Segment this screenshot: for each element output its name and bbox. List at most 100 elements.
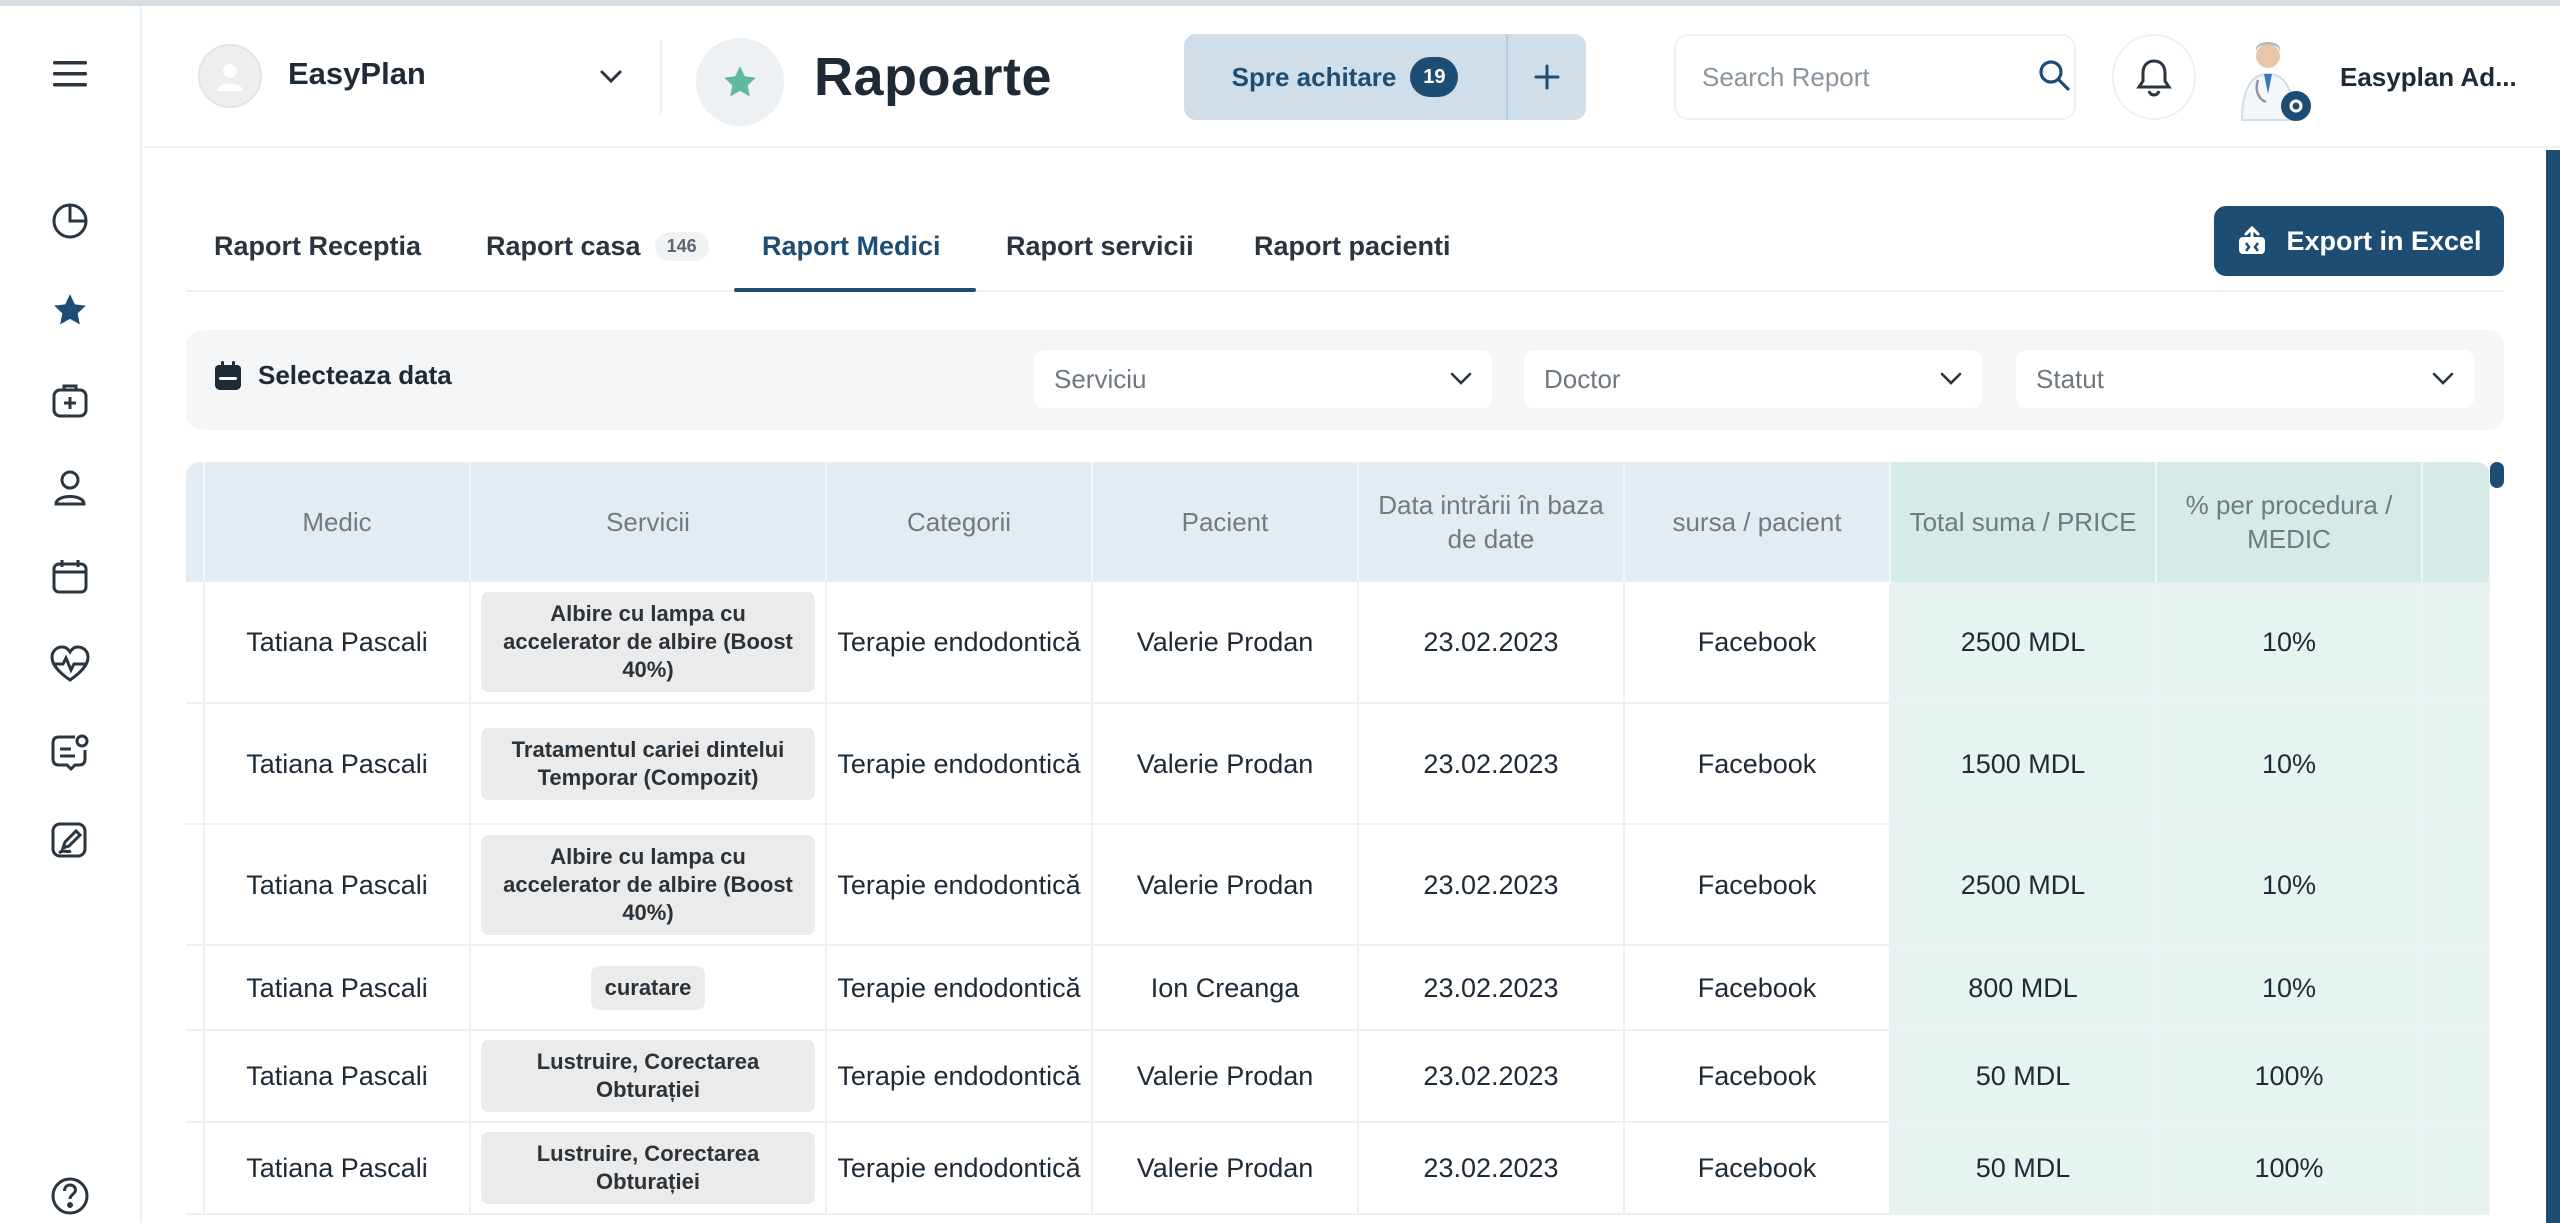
search-icon[interactable] (2037, 58, 2071, 97)
sidebar (0, 6, 142, 1223)
column-header-pacient[interactable]: Pacient (1092, 462, 1359, 582)
status-select-value: Statut (2036, 363, 2104, 394)
top-header: EasyPlan Rapoarte Spre achitare 19 Searc… (144, 6, 2560, 148)
right-edge-scrollbar[interactable] (2546, 150, 2560, 1223)
spre-achitare-count-badge: 19 (1410, 57, 1459, 97)
cell-patient: Valerie Prodan (1092, 703, 1359, 825)
date-picker-label: Selecteaza data (258, 360, 452, 390)
add-payment-button[interactable] (1506, 34, 1586, 120)
cell-patient: Valerie Prodan (1092, 1122, 1359, 1215)
edit-document-icon[interactable] (46, 816, 94, 864)
column-header-data[interactable]: Data intrării în baza de date (1358, 462, 1625, 582)
message-user-icon[interactable] (46, 728, 94, 776)
cell-overflow (2422, 824, 2490, 946)
column-header-overflow (2422, 462, 2490, 582)
cell-patient: Ion Creanga (1092, 945, 1359, 1031)
tab-raport-medici[interactable]: Raport Medici (762, 200, 941, 292)
cell-medic: Tatiana Pascali (204, 1122, 471, 1215)
pie-chart-icon[interactable] (46, 196, 94, 244)
table-row[interactable]: Tatiana Pascali Tratamentul cariei dinte… (186, 703, 2490, 825)
cell-medic: Tatiana Pascali (204, 945, 471, 1031)
cell-source: Facebook (1624, 703, 1891, 825)
date-picker[interactable]: Selecteaza data (214, 360, 452, 391)
column-header-sursa[interactable]: sursa / pacient (1624, 462, 1891, 582)
table-row[interactable]: Tatiana Pascali Lustruire, Corectarea Ob… (186, 1030, 2490, 1123)
star-icon[interactable] (46, 286, 94, 334)
cell-percent: 100% (2156, 1030, 2423, 1123)
search-input[interactable] (1702, 61, 2037, 93)
cell-total: 50 MDL (1890, 1030, 2157, 1123)
status-select[interactable]: Statut (2016, 350, 2474, 408)
cell-percent: 10% (2156, 582, 2423, 704)
table-row[interactable]: Tatiana Pascali Lustruire, Corectarea Ob… (186, 1122, 2490, 1215)
chevron-down-icon (2432, 372, 2454, 385)
tab-label: Raport pacienti (1254, 230, 1451, 261)
report-table-container: Medic Servicii Categorii Pacient Data in… (186, 462, 2490, 1223)
column-header-total[interactable]: Total suma / PRICE (1890, 462, 2157, 582)
header-divider (660, 40, 662, 114)
tab-raport-receptia[interactable]: Raport Receptia (214, 200, 421, 292)
user-avatar[interactable] (2228, 34, 2314, 126)
row-spacer (186, 1030, 205, 1123)
doctor-select-value: Doctor (1544, 363, 1621, 394)
table-row[interactable]: Tatiana Pascali curatare Terapie endodon… (186, 945, 2490, 1031)
column-header-servicii[interactable]: Servicii (470, 462, 827, 582)
clinic-chevron-down-icon[interactable] (596, 62, 626, 92)
cell-overflow (2422, 582, 2490, 704)
active-tab-indicator (734, 288, 976, 292)
help-icon[interactable] (46, 1172, 94, 1220)
tab-label: Raport casa (486, 230, 641, 261)
cell-date: 23.02.2023 (1358, 1030, 1625, 1123)
tab-raport-servicii[interactable]: Raport servicii (1006, 200, 1194, 292)
row-spacer (186, 1122, 205, 1215)
cell-percent: 100% (2156, 1122, 2423, 1215)
cell-patient: Valerie Prodan (1092, 582, 1359, 704)
page-star-icon (696, 38, 784, 126)
service-chip: Lustruire, Corectarea Obturației (481, 1040, 815, 1112)
chevron-down-icon (1940, 372, 1962, 385)
service-chip: Albire cu lampa cu accelerator de albire… (481, 834, 815, 935)
tab-raport-casa[interactable]: Raport casa 146 (486, 200, 709, 292)
column-header-categorii[interactable]: Categorii (826, 462, 1093, 582)
cell-service: Lustruire, Corectarea Obturației (470, 1122, 827, 1215)
cell-service: Albire cu lampa cu accelerator de albire… (470, 824, 827, 946)
table-row[interactable]: Tatiana Pascali Albire cu lampa cu accel… (186, 582, 2490, 704)
cell-total: 50 MDL (1890, 1122, 2157, 1215)
cell-total: 2500 MDL (1890, 582, 2157, 704)
bell-icon (2136, 59, 2172, 97)
notifications-button[interactable] (2112, 34, 2196, 120)
cell-percent: 10% (2156, 703, 2423, 825)
column-header-medic[interactable]: Medic (204, 462, 471, 582)
export-excel-button[interactable]: Export in Excel (2214, 206, 2504, 276)
plus-icon (1534, 64, 1560, 90)
cell-medic: Tatiana Pascali (204, 582, 471, 704)
cell-date: 23.02.2023 (1358, 945, 1625, 1031)
user-icon[interactable] (46, 464, 94, 512)
export-icon (2239, 225, 2266, 254)
column-header-percent[interactable]: % per procedura / MEDIC (2156, 462, 2423, 582)
cell-category: Terapie endodontică (826, 703, 1093, 825)
user-name[interactable]: Easyplan Ad... (2340, 62, 2517, 93)
report-table: Medic Servicii Categorii Pacient Data in… (186, 462, 2490, 1215)
table-row[interactable]: Tatiana Pascali Albire cu lampa cu accel… (186, 824, 2490, 946)
cell-category: Terapie endodontică (826, 824, 1093, 946)
clinic-name[interactable]: EasyPlan (288, 56, 426, 92)
cell-percent: 10% (2156, 945, 2423, 1031)
cell-patient: Valerie Prodan (1092, 824, 1359, 946)
clinic-avatar[interactable] (198, 44, 262, 108)
export-label: Export in Excel (2286, 225, 2482, 256)
service-select[interactable]: Serviciu (1034, 350, 1492, 408)
table-scrollbar-thumb[interactable] (2490, 462, 2504, 488)
report-tabs: Raport Receptia Raport casa 146 Raport Me… (186, 200, 2504, 292)
medical-bag-icon[interactable] (46, 376, 94, 424)
cell-date: 23.02.2023 (1358, 703, 1625, 825)
cell-overflow (2422, 1122, 2490, 1215)
calendar-icon[interactable] (46, 552, 94, 600)
spre-achitare-button[interactable]: Spre achitare 19 (1184, 34, 1506, 120)
cell-overflow (2422, 703, 2490, 825)
tab-raport-pacienti[interactable]: Raport pacienti (1254, 200, 1451, 292)
heart-pulse-icon[interactable] (46, 640, 94, 688)
doctor-select[interactable]: Doctor (1524, 350, 1982, 408)
cell-category: Terapie endodontică (826, 1030, 1093, 1123)
menu-icon[interactable] (48, 52, 92, 96)
